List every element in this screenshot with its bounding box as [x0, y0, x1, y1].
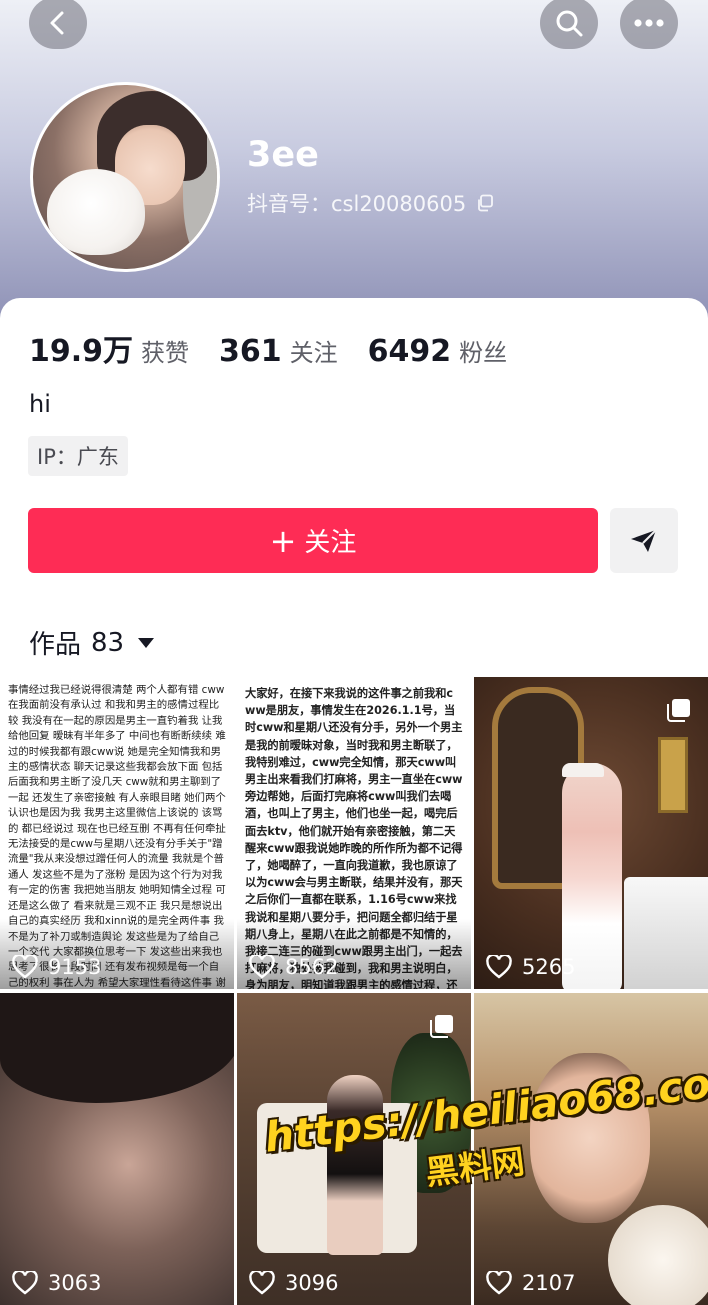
avatar-dog	[47, 169, 145, 255]
search-button[interactable]	[540, 0, 598, 49]
like-count: 2107	[486, 1271, 575, 1295]
like-number: 2107	[522, 1271, 576, 1295]
heart-icon	[486, 955, 512, 979]
stat-likes[interactable]: 19.9万 获赞	[29, 326, 189, 370]
multi-image-icon	[667, 699, 690, 722]
bio-text: hi	[29, 390, 51, 418]
cover-painting	[658, 737, 688, 813]
stat-followers[interactable]: 6492 粉丝	[368, 333, 508, 369]
stat-followers-count: 6492	[367, 334, 452, 369]
stat-following-count: 361	[219, 334, 282, 369]
douyin-id: 抖音号：csl20080605	[247, 188, 494, 218]
works-label: 作品	[29, 630, 82, 660]
heart-icon	[12, 955, 38, 979]
stat-followers-label: 粉丝	[459, 339, 508, 367]
avatar[interactable]	[30, 82, 220, 272]
cover-fur	[608, 1205, 708, 1305]
message-button[interactable]	[610, 508, 678, 573]
stat-following-label: 关注	[289, 339, 338, 367]
search-icon	[556, 10, 583, 37]
video-tile[interactable]: 3063	[0, 993, 234, 1305]
back-arrow-icon	[50, 11, 64, 35]
like-number: 3096	[285, 1271, 339, 1295]
like-count: 9153	[12, 955, 101, 979]
works-count: 83	[91, 627, 125, 658]
caret-down-icon	[138, 637, 155, 648]
cover-hat	[562, 763, 604, 777]
multi-image-icon	[430, 1015, 453, 1038]
like-count: 5265	[486, 955, 575, 979]
more-options-button[interactable]	[620, 0, 678, 49]
like-count: 3063	[12, 1271, 101, 1295]
like-number: 3063	[48, 1271, 102, 1295]
stat-likes-label: 获赞	[141, 339, 190, 367]
stat-likes-count: 19.9万	[29, 334, 134, 369]
cover-table	[624, 877, 708, 989]
cover-hair	[0, 993, 234, 1103]
like-number: 9153	[48, 955, 102, 979]
stat-following[interactable]: 361 关注	[219, 333, 338, 369]
like-count: 3096	[249, 1271, 338, 1295]
video-tile[interactable]: 5265	[474, 677, 708, 989]
tab-works[interactable]: 作品 83	[29, 624, 155, 661]
heart-icon	[249, 1271, 275, 1295]
heart-icon	[12, 1271, 38, 1295]
like-number: 5265	[522, 955, 576, 979]
douyin-id-value: csl20080605	[331, 192, 467, 216]
username: 3ee	[247, 135, 319, 175]
copy-icon[interactable]	[476, 194, 494, 212]
heart-icon	[249, 955, 275, 979]
send-message-icon	[631, 528, 657, 552]
video-tile[interactable]: 事情经过我已经说得很清楚 两个人都有错 cww在我面前没有承认过 和我和男主的感…	[0, 677, 234, 989]
plus-icon: +	[269, 521, 297, 560]
ip-location-tag: IP：广东	[28, 436, 128, 476]
follow-label: 关注	[304, 528, 357, 558]
more-dots-icon	[634, 19, 664, 27]
like-number: 8562	[285, 955, 339, 979]
douyin-id-label: 抖音号：	[247, 192, 331, 216]
back-button[interactable]	[29, 0, 87, 49]
follow-button[interactable]: + 关注	[28, 508, 598, 573]
heart-icon	[486, 1271, 512, 1295]
like-count: 8562	[249, 955, 338, 979]
profile-stats: 19.9万 获赞 361 关注 6492 粉丝	[29, 326, 537, 370]
video-tile[interactable]: 大家好，在接下来我说的这件事之前我和cww是朋友，事情发生在2026.1.1号，…	[237, 677, 471, 989]
